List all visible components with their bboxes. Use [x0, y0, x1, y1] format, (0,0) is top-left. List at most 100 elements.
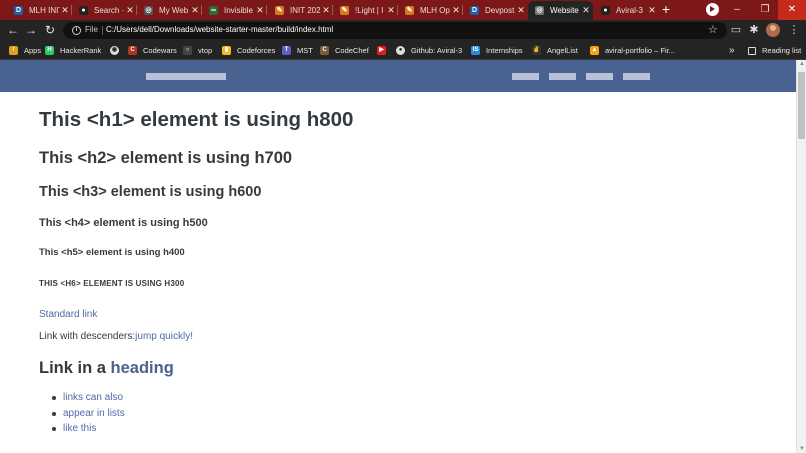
- close-window-button[interactable]: ✕: [778, 0, 806, 20]
- site-logo-placeholder[interactable]: [146, 73, 226, 80]
- bookmark-item[interactable]: C Codewars: [128, 44, 177, 57]
- bookmark-item[interactable]: ○ vtop: [183, 44, 212, 57]
- back-button[interactable]: ←: [4, 21, 22, 39]
- bookmark-item[interactable]: ⁝ Apps: [9, 44, 41, 57]
- bookmark-label: AngelList: [547, 46, 578, 55]
- list-item-link[interactable]: appear in lists: [52, 408, 125, 419]
- heading-h4: This <h4> element is using h500: [39, 217, 208, 229]
- address-separator: [102, 26, 103, 35]
- minimize-button[interactable]: –: [723, 0, 751, 20]
- bookmark-item[interactable]: ▮ Codeforces: [222, 44, 275, 57]
- browser-tab[interactable]: D MLH INIT ✕: [7, 1, 72, 20]
- new-tab-button[interactable]: +: [658, 2, 674, 18]
- browser-tab[interactable]: ✎ INIT 202 ✕: [268, 1, 333, 20]
- profile-avatar[interactable]: [766, 23, 780, 37]
- address-bar[interactable]: i File C:/Users/dell/Downloads/website-s…: [63, 22, 727, 39]
- tab-close-icon[interactable]: ✕: [516, 5, 526, 16]
- tab-close-icon[interactable]: ✕: [125, 5, 135, 16]
- bookmark-item[interactable]: IS Internships: [471, 44, 523, 57]
- tab-close-icon[interactable]: ✕: [255, 5, 265, 16]
- devpost-d-icon: D: [470, 6, 479, 15]
- scroll-down-arrow-icon[interactable]: ▼: [799, 446, 805, 452]
- heading-h6: This <h6> element is using h300: [39, 279, 185, 288]
- bookmark-item[interactable]: ◉: [110, 44, 125, 57]
- reading-list-icon: [748, 46, 756, 55]
- list-item-link[interactable]: like this: [51, 423, 96, 434]
- bookmark-label: Codeforces: [237, 46, 276, 55]
- scroll-thumb[interactable]: [798, 72, 805, 139]
- bookmark-item[interactable]: ● Github: Aviral-3: [396, 44, 462, 57]
- codechef-icon: C: [320, 46, 329, 55]
- heading-h1: This <h1> element is using h800: [39, 108, 354, 131]
- heading-h5: This <h5> element is using h400: [39, 247, 185, 258]
- scroll-up-arrow-icon[interactable]: ▲: [799, 61, 805, 67]
- bookmark-label: Codewars: [143, 46, 177, 55]
- bookmark-label: CodeChef: [335, 46, 369, 55]
- bookmark-item[interactable]: ✌ AngelList: [532, 44, 578, 57]
- reading-list-button[interactable]: Reading list: [748, 44, 801, 57]
- tab-title: MLH INIT: [29, 6, 60, 15]
- tab-close-icon[interactable]: ✕: [60, 5, 70, 16]
- pen-icon: ✎: [405, 6, 414, 15]
- url-text[interactable]: C:/Users/dell/Downloads/website-starter-…: [106, 25, 333, 34]
- jump-quickly-link[interactable]: jump quickly!: [135, 331, 193, 342]
- page-scrollbar[interactable]: ▲ ▼: [796, 60, 806, 453]
- globe-icon: ◎: [144, 6, 153, 15]
- github-icon: ●: [79, 6, 88, 15]
- info-icon[interactable]: i: [72, 26, 81, 35]
- bookmark-item[interactable]: H HackerRank: [45, 44, 101, 57]
- list-item-link[interactable]: links can also: [51, 392, 123, 403]
- restore-button[interactable]: ❐: [751, 0, 779, 20]
- browser-tab[interactable]: ✎ MLH Op ✕: [398, 1, 463, 20]
- heading-link-prefix: Link in a: [39, 359, 111, 377]
- tab-strip: D MLH INIT ✕ ● Search · ✕ ◎ My Web ✕ ∞ Invisible ✕ ✎…: [0, 0, 806, 20]
- browser-tab[interactable]: ◎ My Web ✕: [137, 1, 202, 20]
- tab-separator: [266, 5, 267, 15]
- tab-close-icon[interactable]: ✕: [581, 5, 591, 16]
- nav-item-3[interactable]: [586, 73, 613, 80]
- browser-toolbar: ← → ↻ i File C:/Users/dell/Downloads/web…: [0, 20, 806, 41]
- browser-tab[interactable]: D Devpost ✕: [463, 1, 528, 20]
- bookmark-label: HackerRank: [60, 46, 102, 55]
- internshala-icon: IS: [471, 46, 480, 55]
- bookmark-item[interactable]: ▲ aviral-portfolio – Fir...: [590, 44, 675, 57]
- tab-close-icon[interactable]: ✕: [647, 5, 657, 16]
- page-viewport: This <h1> element is using h800 This <h2…: [0, 60, 796, 453]
- browser-tab[interactable]: ∞ Invisible ✕: [202, 1, 267, 20]
- heading-h2: This <h2> element is using h700: [39, 149, 293, 167]
- bookmark-item[interactable]: ▶: [377, 44, 392, 57]
- browser-tab[interactable]: ◎ Website ✕: [528, 1, 593, 20]
- cast-icon[interactable]: ▭: [728, 22, 744, 38]
- tab-close-icon[interactable]: ✕: [321, 5, 331, 16]
- browser-tab[interactable]: ● Search · ✕: [72, 1, 137, 20]
- bookmark-label: vtop: [198, 46, 213, 55]
- standard-link[interactable]: Standard link: [39, 309, 97, 320]
- tab-title: Aviral-3: [616, 6, 643, 15]
- nav-item-4[interactable]: [623, 73, 650, 80]
- menu-icon[interactable]: ⋮: [786, 22, 802, 38]
- heading-link[interactable]: heading: [111, 359, 174, 377]
- tab-close-icon[interactable]: ✕: [386, 5, 396, 16]
- nav-item-1[interactable]: [512, 73, 539, 80]
- nav-item-2[interactable]: [549, 73, 576, 80]
- apps-grid-icon: ⁝: [9, 46, 18, 55]
- reload-button[interactable]: ↻: [41, 21, 59, 39]
- globe-icon: ◎: [535, 6, 544, 15]
- tab-close-icon[interactable]: ✕: [190, 5, 200, 16]
- forward-button[interactable]: →: [22, 21, 40, 39]
- browser-tab[interactable]: ● Aviral-3 ✕: [594, 1, 659, 20]
- angellist-icon: ✌: [532, 46, 541, 55]
- media-control-icon[interactable]: [706, 3, 719, 16]
- bookmarks-overflow-button[interactable]: »: [729, 44, 735, 57]
- bookmark-star-icon[interactable]: ☆: [708, 23, 718, 36]
- globe-icon: ◉: [110, 46, 119, 55]
- github-icon: ●: [601, 6, 610, 15]
- bookmark-item[interactable]: C CodeChef: [320, 44, 369, 57]
- youtube-icon: ▶: [377, 46, 386, 55]
- bookmark-label: MST: [297, 46, 313, 55]
- bookmark-item[interactable]: T MST: [282, 44, 313, 57]
- mlh-icon: ∞: [209, 6, 218, 15]
- browser-tab[interactable]: ✎ !Light | I ✕: [333, 1, 398, 20]
- tab-close-icon[interactable]: ✕: [451, 5, 461, 16]
- extensions-icon[interactable]: ✱: [746, 22, 762, 38]
